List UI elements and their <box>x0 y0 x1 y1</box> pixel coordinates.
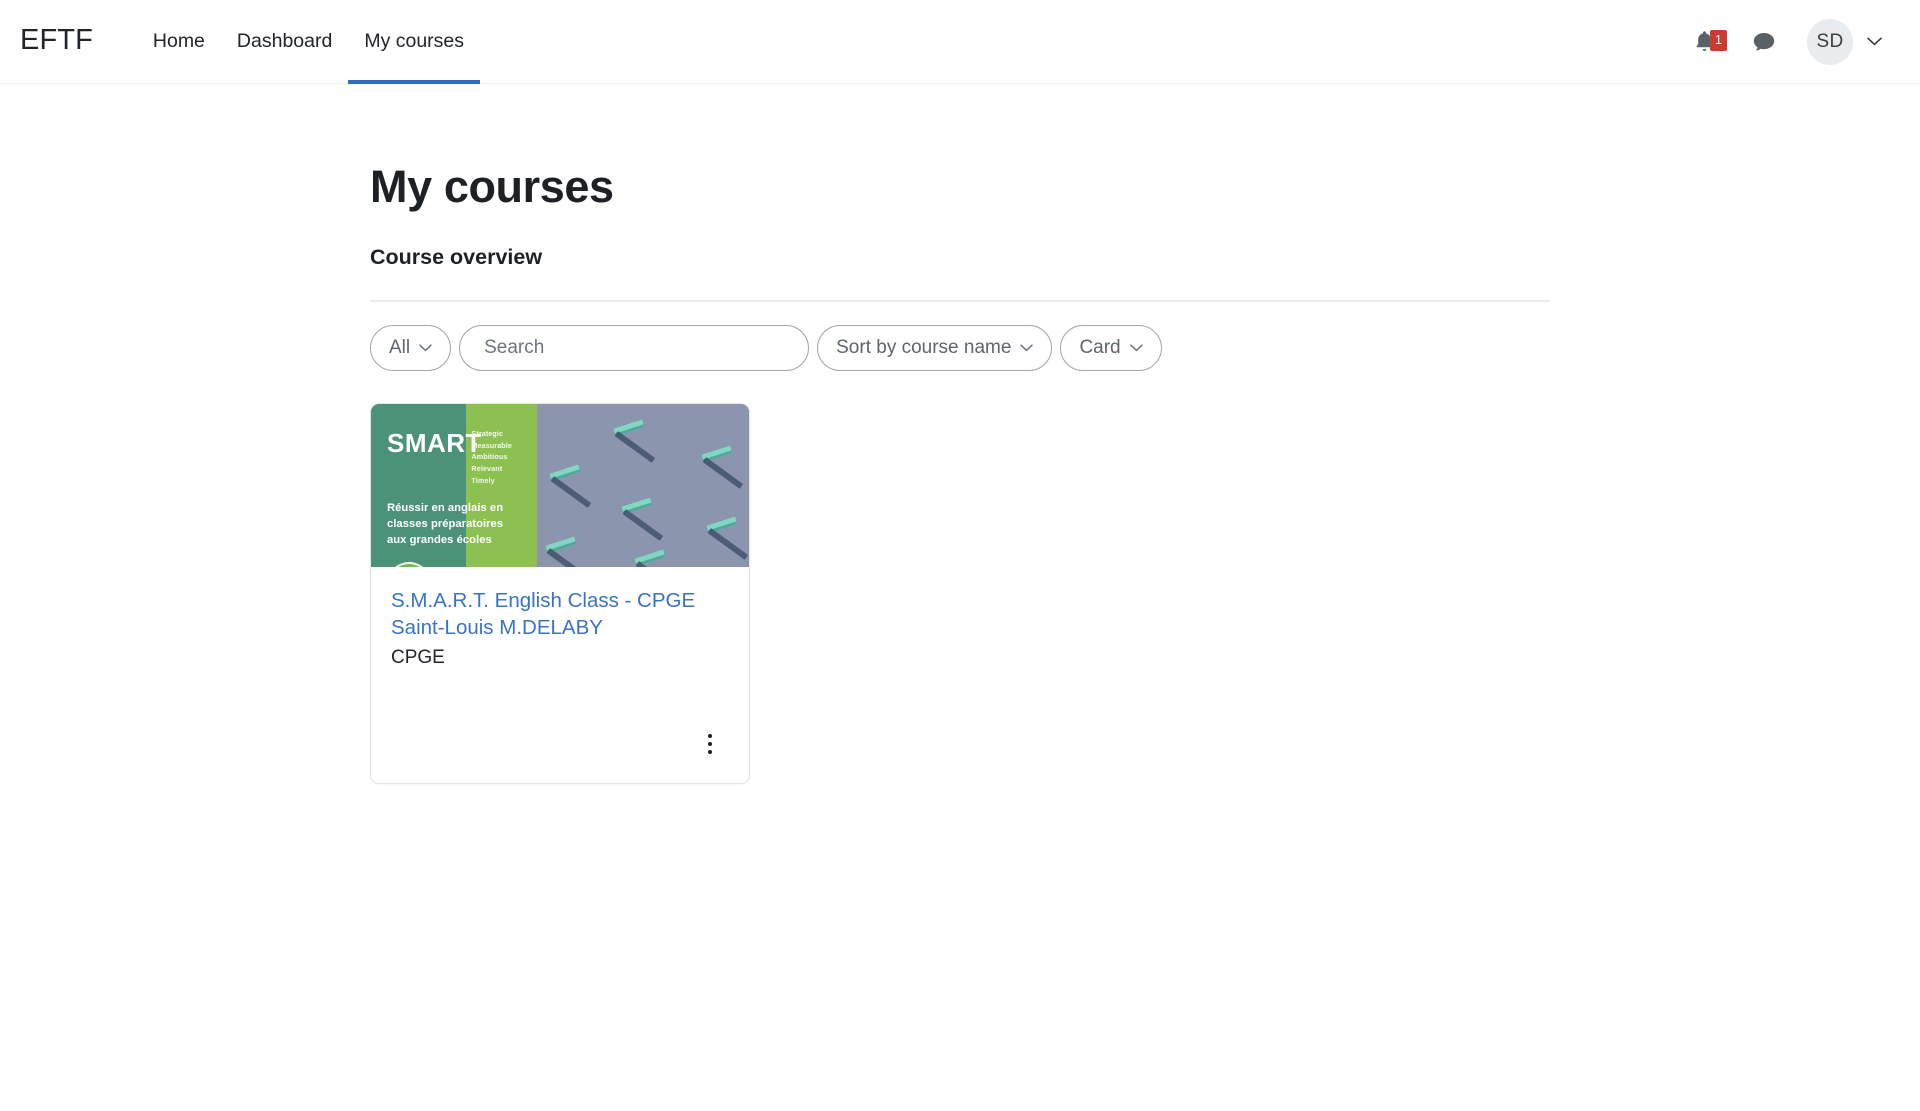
navbar-actions: 1 SD <box>1683 19 1898 65</box>
section-title: Course overview <box>370 213 1550 270</box>
search-input[interactable] <box>482 326 786 370</box>
top-navbar: EFTF Home Dashboard My courses 1 SD <box>0 0 1920 84</box>
course-title-link[interactable]: S.M.A.R.T. English Class - CPGE Saint-Lo… <box>391 587 729 642</box>
primary-nav: Home Dashboard My courses <box>137 0 480 84</box>
message-bubble-icon <box>1752 31 1776 53</box>
search-field-wrapper[interactable] <box>459 325 809 371</box>
nav-link-my-courses[interactable]: My courses <box>348 0 480 84</box>
page-body: My courses Course overview All Sort by c… <box>0 84 1920 784</box>
cover-photo-clothespins <box>537 404 749 567</box>
course-category: CPGE <box>391 647 729 669</box>
site-brand[interactable]: EFTF <box>20 26 93 57</box>
nav-link-dashboard[interactable]: Dashboard <box>221 0 348 84</box>
chevron-down-icon <box>1867 37 1882 46</box>
user-menu[interactable]: SD <box>1807 19 1882 65</box>
kebab-dot <box>708 742 713 747</box>
chevron-down-icon <box>1020 344 1033 352</box>
sort-dropdown-label: Sort by course name <box>836 337 1011 359</box>
course-card-grid: SMART Strategic Measurable Ambitious Rel… <box>370 403 1550 784</box>
avatar: SD <box>1807 19 1853 65</box>
section-divider <box>370 300 1550 302</box>
notification-badge: 1 <box>1710 30 1727 52</box>
nav-link-home[interactable]: Home <box>137 0 221 84</box>
kebab-dot <box>708 750 713 755</box>
sort-dropdown[interactable]: Sort by course name <box>817 325 1052 371</box>
chevron-down-icon <box>419 344 432 352</box>
kebab-menu-icon[interactable] <box>693 727 727 761</box>
cover-panel-left <box>371 404 466 567</box>
page-title: My courses <box>370 84 1550 213</box>
messages-button[interactable] <box>1743 21 1785 63</box>
cover-panel-mid <box>466 404 538 567</box>
course-card-body: S.M.A.R.T. English Class - CPGE Saint-Lo… <box>371 567 749 727</box>
course-filter-controls: All Sort by course name <box>370 325 1550 371</box>
kebab-dot <box>708 734 713 739</box>
view-mode-dropdown[interactable]: Card <box>1060 325 1161 371</box>
course-card-footer <box>371 727 749 783</box>
chevron-down-icon <box>1130 344 1143 352</box>
view-mode-label: Card <box>1079 337 1120 359</box>
notifications-button[interactable]: 1 <box>1683 21 1725 63</box>
course-cover-image[interactable]: SMART Strategic Measurable Ambitious Rel… <box>371 404 749 567</box>
filter-dropdown[interactable]: All <box>370 325 451 371</box>
course-card[interactable]: SMART Strategic Measurable Ambitious Rel… <box>370 403 750 784</box>
filter-dropdown-label: All <box>389 337 410 359</box>
content-container: My courses Course overview All Sort by c… <box>370 84 1550 784</box>
